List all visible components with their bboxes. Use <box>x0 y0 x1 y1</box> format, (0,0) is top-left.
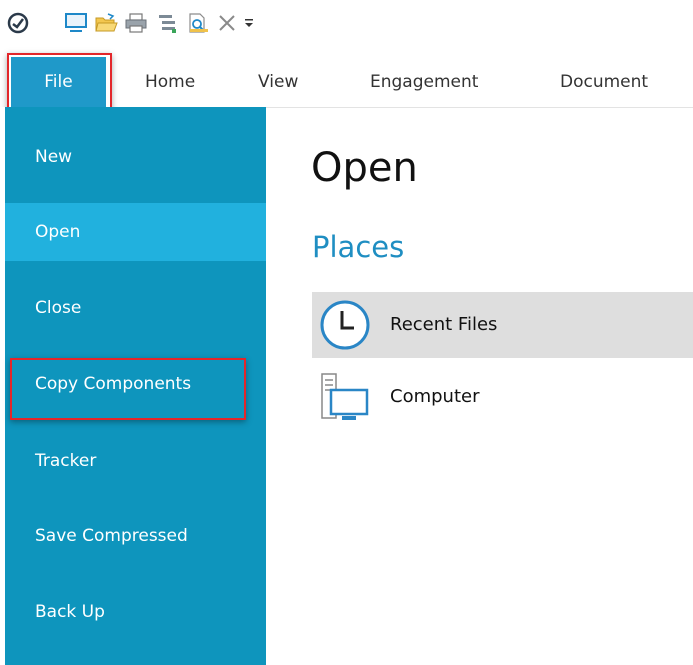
window-left-edge <box>0 107 5 665</box>
place-label: Recent Files <box>390 314 498 335</box>
tab-document[interactable]: Document <box>560 57 648 107</box>
sidebar-item-open[interactable]: Open <box>0 203 266 261</box>
print-icon[interactable] <box>122 10 150 36</box>
place-computer[interactable]: Computer <box>312 364 693 430</box>
open-folder-icon[interactable] <box>92 10 120 36</box>
sidebar-item-tracker[interactable]: Tracker <box>0 432 266 490</box>
close-x-icon[interactable] <box>213 10 241 36</box>
print-preview-icon[interactable] <box>184 10 212 36</box>
sidebar-item-save-compressed[interactable]: Save Compressed <box>0 507 266 565</box>
computer-icon <box>318 370 372 424</box>
sidebar-item-close[interactable]: Close <box>0 279 266 337</box>
sidebar-item-back-up[interactable]: Back Up <box>0 583 266 641</box>
clock-icon <box>318 298 372 352</box>
monitor-icon[interactable] <box>62 10 90 36</box>
tab-view[interactable]: View <box>258 57 298 107</box>
place-label: Computer <box>390 386 480 407</box>
tab-engagement[interactable]: Engagement <box>370 57 478 107</box>
section-heading-places: Places <box>312 230 405 264</box>
sidebar-item-new[interactable]: New <box>0 128 266 186</box>
customize-dropdown-icon[interactable] <box>242 10 256 36</box>
tab-home[interactable]: Home <box>145 57 195 107</box>
quick-access-toolbar <box>0 0 693 48</box>
highlight-box-copy-components <box>10 358 246 420</box>
page-title: Open <box>311 145 418 191</box>
app-logo-icon[interactable] <box>4 10 32 36</box>
tree-icon[interactable] <box>154 10 182 36</box>
place-recent-files[interactable]: Recent Files <box>312 292 693 358</box>
